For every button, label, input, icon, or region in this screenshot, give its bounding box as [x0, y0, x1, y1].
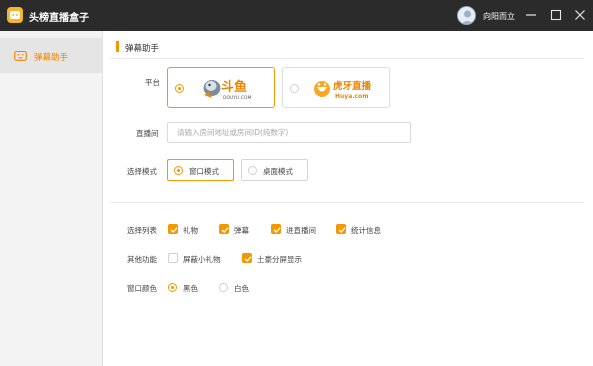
- close-icon[interactable]: [573, 8, 587, 22]
- checkbox-box[interactable]: [168, 253, 178, 263]
- other-label: 其他功能: [127, 255, 157, 264]
- maximize-icon[interactable]: [549, 8, 563, 22]
- section-title: 弹幕助手: [125, 44, 160, 54]
- checkbox-box[interactable]: [271, 224, 281, 234]
- room-input[interactable]: [167, 122, 411, 143]
- checkbox-label: 土豪分屏显示: [257, 255, 302, 264]
- sidebar: 弹幕助手: [0, 31, 103, 366]
- mode-label: 选择模式: [127, 167, 157, 176]
- gift-icon: [14, 50, 27, 63]
- platform-option-huya[interactable]: 虎牙直播 Huya.com: [282, 67, 390, 108]
- checkbox-label: 统计信息: [351, 226, 381, 235]
- mode-desktop-radio[interactable]: [248, 166, 257, 175]
- checkbox-label: 进直播间: [286, 226, 316, 235]
- checkbox-label: 弹幕: [234, 226, 249, 235]
- platform-douyu-radio[interactable]: [175, 84, 184, 93]
- platform-label: 平台: [145, 78, 160, 87]
- checkbox-box[interactable]: [242, 253, 252, 263]
- checkbox-box[interactable]: [168, 224, 178, 234]
- options-divider: [110, 202, 584, 203]
- platform-option-douyu[interactable]: 斗鱼 DOUYU.COM: [167, 67, 275, 108]
- huya-logo: 虎牙直播 Huya.com: [313, 76, 383, 102]
- checkbox-box[interactable]: [336, 224, 346, 234]
- list-select-label: 选择列表: [127, 226, 157, 235]
- platform-huya-radio[interactable]: [290, 84, 299, 93]
- sidebar-item-label: 弹幕助手: [34, 53, 69, 63]
- radio-label: 黑色: [183, 284, 198, 293]
- room-label: 直播间: [136, 129, 159, 138]
- svg-text:DOUYU.COM: DOUYU.COM: [223, 95, 251, 101]
- section-divider: [110, 58, 584, 59]
- section-accent-bar: [116, 41, 119, 52]
- color-white-radio[interactable]: [219, 283, 228, 292]
- app-title: 头榜直播盒子: [29, 13, 89, 24]
- douyu-logo: 斗鱼 DOUYU.COM: [201, 75, 257, 103]
- mode-option-label: 桌面模式: [263, 167, 293, 176]
- mode-option-label: 窗口模式: [189, 167, 219, 176]
- checkbox-label: 屏蔽小礼物: [183, 255, 221, 264]
- svg-text:虎牙直播: 虎牙直播: [333, 80, 372, 92]
- user-avatar[interactable]: [457, 6, 476, 25]
- app-logo-icon: [7, 7, 23, 23]
- minimize-icon[interactable]: [524, 8, 538, 22]
- checkbox-box[interactable]: [219, 224, 229, 234]
- color-label: 窗口颜色: [127, 284, 157, 293]
- sidebar-item-danmu-assistant[interactable]: 弹幕助手: [0, 38, 102, 73]
- svg-text:Huya.com: Huya.com: [335, 93, 368, 100]
- mode-option-desktop[interactable]: 桌面模式: [241, 159, 308, 181]
- mode-window-radio[interactable]: [174, 166, 183, 175]
- color-black-radio[interactable]: [168, 283, 177, 292]
- svg-text:斗鱼: 斗鱼: [221, 79, 247, 95]
- mode-option-window[interactable]: 窗口模式: [167, 159, 234, 181]
- radio-label: 白色: [234, 284, 249, 293]
- checkbox-label: 礼物: [183, 226, 198, 235]
- user-name[interactable]: 向阳而立: [483, 11, 515, 22]
- title-bar: 头榜直播盒子 向阳而立: [0, 0, 593, 31]
